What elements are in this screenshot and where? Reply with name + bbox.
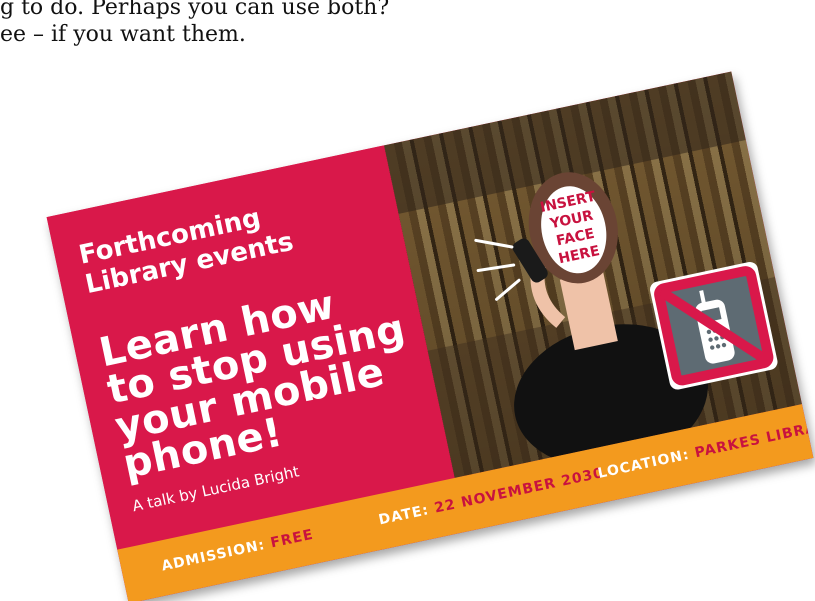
date-key: DATE: <box>377 502 431 529</box>
intro-line-1: g to do. Perhaps you can use both? <box>0 0 390 20</box>
section-title: Forthcoming Library events <box>76 197 296 300</box>
location-key: LOCATION: <box>596 446 692 482</box>
event-headline: Learn how to stop using your mobile phon… <box>95 272 424 488</box>
intro-line-2: ee – if you want them. <box>0 22 246 47</box>
admission-key: ADMISSION: <box>160 536 267 575</box>
flyer-text-panel: Forthcoming Library events Learn how to … <box>46 145 455 550</box>
intro-text: g to do. Perhaps you can use both? ee – … <box>0 0 389 48</box>
no-mobile-phone-icon <box>650 262 778 390</box>
admission-value: FREE <box>269 526 316 552</box>
event-flyer: Forthcoming Library events Learn how to … <box>46 71 814 601</box>
